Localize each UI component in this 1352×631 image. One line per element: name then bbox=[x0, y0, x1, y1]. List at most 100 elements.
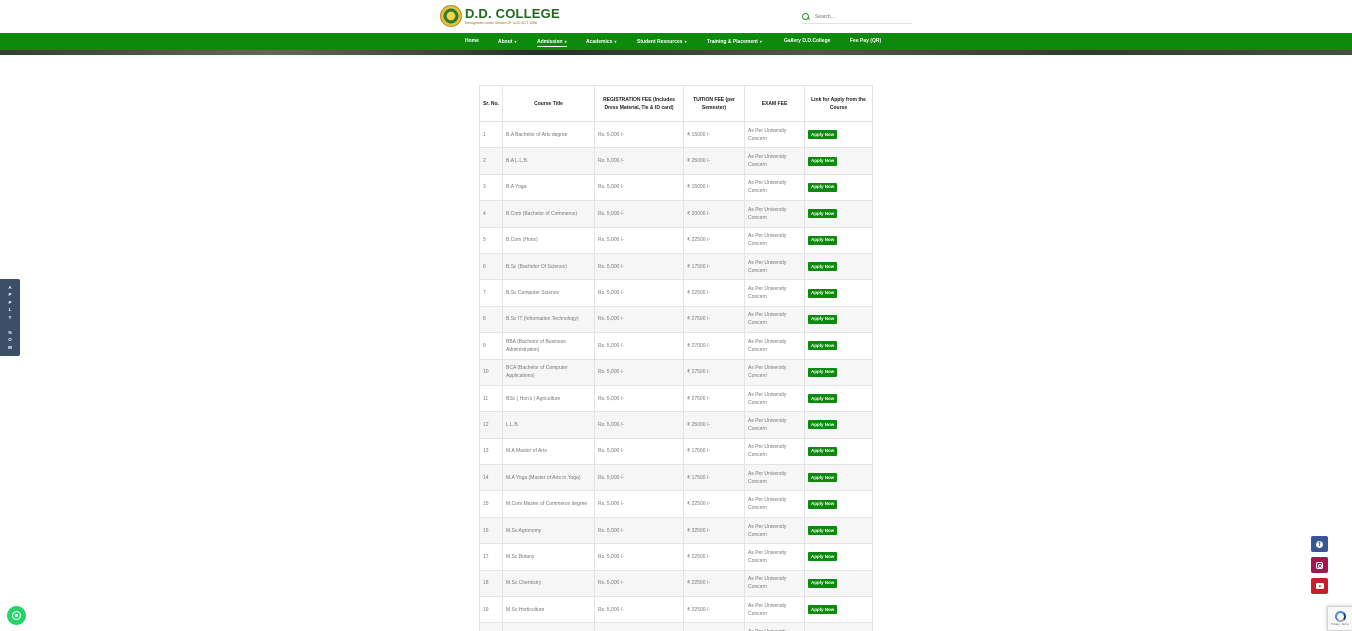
nav-item-admission[interactable]: Admission ▾ bbox=[537, 33, 567, 50]
apply-now-button[interactable]: Apply Now bbox=[808, 262, 838, 272]
header-course-title: Course Title bbox=[502, 85, 595, 122]
table-row: 4 B.Com (Bachelor of Commerce) Rs. 5,000 /… bbox=[479, 200, 873, 228]
cell-registration-fee: Rs. 5,000 /- bbox=[594, 120, 684, 149]
cell-apply-link: Apply Now bbox=[804, 543, 873, 571]
cell-sr-no: 12 bbox=[479, 411, 503, 439]
cell-apply-link: Apply Now bbox=[804, 464, 873, 492]
nav-item-academics[interactable]: Academics ▾ bbox=[586, 33, 616, 50]
side-tab-letter: N bbox=[8, 329, 12, 335]
nav-item-training-placement[interactable]: Training & Placement ▾ bbox=[707, 33, 762, 50]
nav-item-gallery[interactable]: Gallery D.D.College bbox=[784, 33, 830, 50]
apply-now-button[interactable]: Apply Now bbox=[808, 394, 838, 404]
cell-apply-link: Apply Now bbox=[804, 200, 873, 228]
logo-tagline: Recognized Under Section 2F UGC ACT 1956 bbox=[465, 20, 537, 25]
nav-item-about[interactable]: About ▾ bbox=[498, 33, 516, 50]
apply-now-button[interactable]: Apply Now bbox=[808, 446, 838, 456]
page: D.D. COLLEGE Recognized Under Section 2F… bbox=[0, 0, 1352, 631]
cell-apply-link: Apply Now bbox=[804, 279, 873, 307]
cell-registration-fee: Rs. 5,000 /- bbox=[594, 173, 684, 202]
search-input[interactable] bbox=[815, 13, 905, 20]
youtube-button[interactable] bbox=[1311, 578, 1328, 594]
cell-registration-fee: Rs. 5,000 /- bbox=[594, 147, 684, 175]
apply-now-button[interactable]: Apply Now bbox=[808, 288, 838, 298]
table-row: 2 B.A L.L.B. Rs. 5,000 /- ₹ 25000 /- As Per … bbox=[479, 147, 873, 175]
apply-now-button[interactable]: Apply Now bbox=[808, 314, 838, 324]
cell-exam-fee: As Per University Concern bbox=[744, 252, 805, 281]
header-exam-fee: EXAM FEE bbox=[744, 85, 805, 122]
logo-text: D.D. COLLEGE Recognized Under Section 2F… bbox=[465, 6, 560, 26]
cell-registration-fee: Rs. 5,000 /- bbox=[594, 490, 684, 518]
cell-registration-fee: Rs. 5,000 /- bbox=[594, 305, 684, 334]
apply-now-button[interactable]: Apply Now bbox=[808, 473, 838, 483]
table-row: 6 B.Sc (Bachelor Of Science) Rs. 5,000 /- ₹… bbox=[479, 252, 873, 281]
fee-table-body: 1 B.A Bachelor of Arts degree Rs. 5,000 /-… bbox=[479, 120, 873, 631]
cell-apply-link: Apply Now bbox=[804, 173, 873, 202]
apply-now-button[interactable]: Apply Now bbox=[808, 552, 838, 562]
table-row: 1 B.A Bachelor of Arts degree Rs. 5,000 /-… bbox=[479, 120, 873, 149]
apply-now-button[interactable]: Apply Now bbox=[808, 209, 838, 219]
cell-apply-link: Apply Now bbox=[804, 332, 873, 360]
cell-tuition-fee: ₹ 15000 /- bbox=[683, 120, 745, 149]
cell-exam-fee: As Per University Concern bbox=[744, 173, 805, 202]
whatsapp-button[interactable] bbox=[7, 606, 26, 625]
apply-now-button[interactable]: Apply Now bbox=[808, 605, 838, 615]
recaptcha-links[interactable]: Privacy - Terms bbox=[1331, 623, 1348, 626]
cell-apply-link: Apply Now bbox=[804, 569, 873, 598]
apply-now-button[interactable]: Apply Now bbox=[808, 341, 838, 351]
cell-registration-fee: Rs. 5,000 /- bbox=[594, 411, 684, 439]
apply-now-button[interactable]: Apply Now bbox=[808, 367, 838, 377]
search-box[interactable] bbox=[802, 10, 912, 24]
cell-tuition-fee: ₹ 22500 /- bbox=[683, 569, 745, 598]
cell-course-title: B.A L.L.B. bbox=[502, 147, 595, 175]
cell-apply-link: Apply Now bbox=[804, 120, 873, 149]
table-row: 14 M.A Yoga (Master of Arts in Yoga) Rs. 5… bbox=[479, 464, 873, 492]
table-row: As Per University ConcernApply Now bbox=[479, 622, 873, 631]
nav-item-fee-pay[interactable]: Fee Pay (QR) bbox=[850, 33, 881, 50]
cell-registration-fee: Rs. 5,000 /- bbox=[594, 384, 684, 413]
apply-now-button[interactable]: Apply Now bbox=[808, 235, 838, 245]
facebook-button[interactable]: f bbox=[1311, 536, 1328, 552]
apply-now-side-tab[interactable]: A P P L Y N O W bbox=[0, 279, 20, 356]
table-row: 16 M.Sc Agronomy Rs. 5,000 /- ₹ 32500 /- As … bbox=[479, 516, 873, 545]
cell-tuition-fee: ₹ 15000 /- bbox=[683, 173, 745, 202]
cell-registration-fee: Rs. 5,000 /- bbox=[594, 200, 684, 228]
apply-now-button[interactable]: Apply Now bbox=[808, 182, 838, 192]
cell-apply-link: Apply Now bbox=[804, 305, 873, 334]
apply-now-button[interactable]: Apply Now bbox=[808, 130, 838, 140]
cell-registration-fee: Rs. 5,000 /- bbox=[594, 226, 684, 254]
college-logo[interactable]: D.D. COLLEGE Recognized Under Section 2F… bbox=[440, 5, 560, 27]
apply-now-button[interactable]: Apply Now bbox=[808, 156, 838, 166]
cell-course-title: M.A Master of Arts bbox=[502, 437, 595, 466]
youtube-icon bbox=[1315, 583, 1324, 589]
cell-exam-fee: As Per University Concern bbox=[744, 516, 805, 545]
header-tuition-fee: TUITION FEE (per Semester) bbox=[683, 85, 745, 122]
search-icon[interactable] bbox=[802, 12, 810, 21]
instagram-button[interactable] bbox=[1311, 557, 1328, 573]
cell-exam-fee: As Per University Concern bbox=[744, 147, 805, 175]
apply-now-button[interactable]: Apply Now bbox=[808, 578, 838, 588]
cell-course-title: M.Com Master of Commerce degree bbox=[502, 490, 595, 518]
cell-sr-no: 1 bbox=[479, 120, 503, 149]
side-tab-letter: A bbox=[8, 284, 12, 290]
cell-tuition-fee: ₹ 27500 /- bbox=[683, 305, 745, 334]
cell-sr-no: 5 bbox=[479, 226, 503, 254]
apply-now-button[interactable]: Apply Now bbox=[808, 526, 838, 536]
header-sr-no: Sr. No. bbox=[479, 85, 503, 122]
nav-item-student-resources[interactable]: Student Resources ▾ bbox=[637, 33, 687, 50]
cell-tuition-fee: ₹ 17500 /- bbox=[683, 252, 745, 281]
cell-registration-fee: Rs. 5,000 /- bbox=[594, 464, 684, 492]
cell-course-title: B.A Bachelor of Arts degree bbox=[502, 120, 595, 149]
cell-tuition-fee: ₹ 22500 /- bbox=[683, 490, 745, 518]
apply-now-button[interactable]: Apply Now bbox=[808, 499, 838, 509]
table-row: 10 BCA (Bachelor of Computer Applications… bbox=[479, 358, 873, 386]
cell-sr-no: 11 bbox=[479, 384, 503, 413]
recaptcha-badge[interactable]: Privacy - Terms bbox=[1327, 606, 1352, 631]
cell-sr-no: 17 bbox=[479, 543, 503, 571]
cell-exam-fee: As Per University Concern bbox=[744, 543, 805, 571]
apply-now-button[interactable]: Apply Now bbox=[808, 420, 838, 430]
side-tab-letter: Y bbox=[8, 314, 12, 320]
cell-exam-fee: As Per University Concern bbox=[744, 226, 805, 254]
recaptcha-icon bbox=[1334, 611, 1346, 622]
cell-registration-fee: Rs. 5,000 /- bbox=[594, 516, 684, 545]
nav-item-home[interactable]: Home bbox=[465, 33, 479, 50]
